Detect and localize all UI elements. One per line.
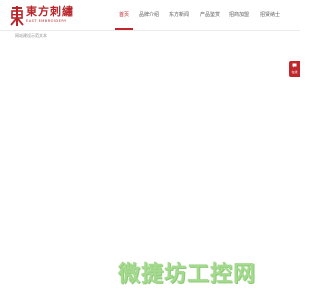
- nav-item-franchise[interactable]: 招商加盟: [227, 0, 251, 30]
- watermark-text: 微捷坊工控网: [118, 262, 257, 287]
- watermark: 微捷坊工控网: [118, 262, 290, 288]
- nav-item-products[interactable]: 产品鉴赏: [198, 0, 222, 30]
- nav-item-careers[interactable]: 招贤纳士: [258, 0, 282, 30]
- nav-item-brand-intro[interactable]: 品牌介绍: [137, 0, 161, 30]
- chat-bubble-icon: [292, 63, 297, 68]
- nav-item-label: 产品鉴赏: [199, 12, 220, 18]
- header-divider: [0, 30, 300, 31]
- brand-name-en: EAST EMBROIDERY: [26, 19, 67, 23]
- nav-item-home[interactable]: 首页: [115, 0, 133, 30]
- site-header: 東方刺繡 EAST EMBROIDERY 首页 品牌介绍 东方新闻 产品鉴赏 招…: [0, 0, 300, 32]
- dongfang-emblem-icon: [10, 6, 24, 26]
- online-service-tab[interactable]: 在线: [289, 61, 300, 77]
- brand-name: 東方刺繡: [26, 5, 74, 18]
- online-service-label: 在线: [291, 70, 298, 74]
- nav-item-label: 招商加盟: [228, 12, 249, 18]
- brand-logo[interactable]: 東方刺繡 EAST EMBROIDERY: [10, 5, 88, 27]
- nav-item-label: 首页: [118, 12, 129, 18]
- nav-item-label: 东方新闻: [168, 12, 189, 18]
- breadcrumb: 网站建设示范文本: [15, 33, 47, 38]
- nav-item-label: 品牌介绍: [138, 12, 159, 18]
- nav-item-news[interactable]: 东方新闻: [167, 0, 191, 30]
- nav-item-label: 招贤纳士: [259, 12, 280, 18]
